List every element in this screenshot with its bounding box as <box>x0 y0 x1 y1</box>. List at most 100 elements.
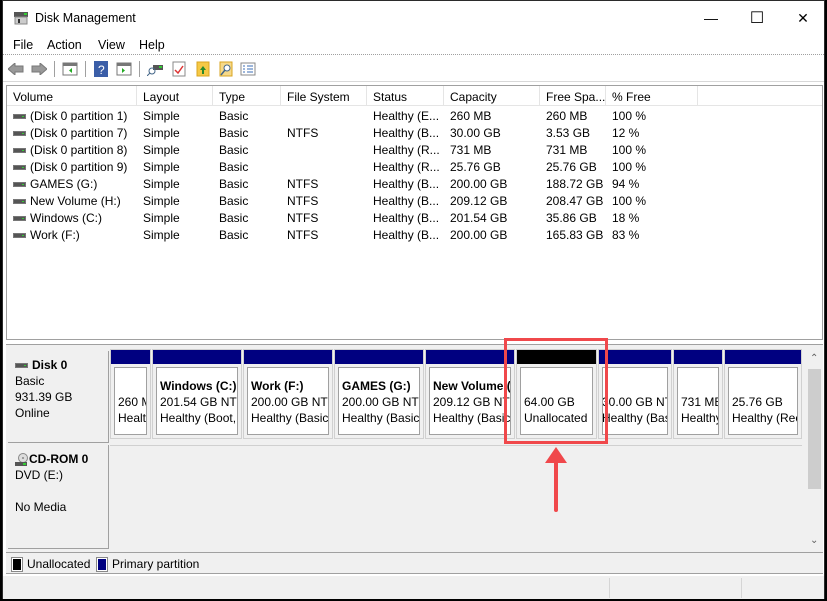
volume-icon <box>13 114 26 120</box>
cell-layout: Simple <box>143 211 180 225</box>
cell-text: 260 MB <box>450 109 492 123</box>
settings-list-button[interactable] <box>239 60 257 78</box>
cell-fs: NTFS <box>287 228 318 242</box>
partition[interactable]: Work (F:) 200.00 GB NTFS Healthy (Basic Da… <box>243 349 333 439</box>
legend-label: Primary partition <box>112 557 200 571</box>
table-row[interactable]: (Disk 0 partition 9) Simple Basic Healthy (… <box>7 159 822 176</box>
column-header-status[interactable]: Status <box>367 86 444 106</box>
cell-capacity: 201.54 GB <box>450 211 507 225</box>
cell-volume: (Disk 0 partition 7) <box>13 126 127 140</box>
help-button[interactable]: ? <box>92 60 110 78</box>
cell-text: New Volume (H:) <box>30 194 121 208</box>
table-row[interactable]: Work (F:) Simple Basic NTFS Healthy (B... 200… <box>7 227 822 244</box>
column-header-capacity[interactable]: Capacity <box>444 86 540 106</box>
cell-fs: NTFS <box>287 194 318 208</box>
cell-status: Healthy (B... <box>373 177 439 191</box>
cell-text: NTFS <box>287 126 319 140</box>
hard-disk-icon <box>15 363 28 369</box>
cell-status: Healthy (B... <box>373 228 439 242</box>
column-header-free-space[interactable]: Free Spa... <box>540 86 606 106</box>
volume-icon <box>13 165 26 171</box>
cell-text: (Disk 0 partition 1) <box>30 109 128 123</box>
cell-free: 188.72 GB <box>546 177 603 191</box>
search-button[interactable] <box>217 60 235 78</box>
cell-text: Simple <box>143 160 180 174</box>
table-row[interactable]: (Disk 0 partition 1) Simple Basic Healthy (… <box>7 108 822 125</box>
cell-free: 35.86 GB <box>546 211 597 225</box>
column-header-percent-free[interactable]: % Free <box>606 86 698 106</box>
cdrom-0-area <box>110 445 802 549</box>
disk-management-app-icon <box>14 12 28 25</box>
export-button[interactable] <box>194 60 212 78</box>
cell-text: Work (F:) <box>30 228 80 242</box>
console-tree-icon <box>62 62 78 76</box>
partition[interactable]: Windows (C:) 201.54 GB NTFS Healthy (Boot,… <box>152 349 242 439</box>
cell-text: 200.00 GB <box>450 228 508 242</box>
minimize-button[interactable]: — <box>688 1 734 35</box>
connect-button[interactable] <box>146 60 164 78</box>
table-row[interactable]: (Disk 0 partition 8) Simple Basic Healthy (… <box>7 142 822 159</box>
column-header-file-system[interactable]: File System <box>281 86 367 106</box>
menu-file[interactable]: File <box>13 38 33 52</box>
back-button[interactable] <box>7 60 25 78</box>
scroll-down-icon[interactable]: ⌄ <box>810 535 818 546</box>
properties-button[interactable] <box>170 60 188 78</box>
cell-text: Basic <box>219 177 249 191</box>
legend-bar: Unallocated Primary partition <box>6 552 823 574</box>
partition[interactable]: New Volume (H:) 209.12 GB NTFS Healthy (Ba… <box>425 349 515 439</box>
show-hide-action-pane-button[interactable] <box>115 60 133 78</box>
cell-status: Healthy (B... <box>373 211 439 225</box>
legend-label: Unallocated <box>27 557 91 571</box>
cell-text: 201.54 GB <box>450 211 508 225</box>
menu-action[interactable]: Action <box>47 38 82 52</box>
cell-type: Basic <box>219 126 248 140</box>
column-header-volume[interactable]: Volume <box>7 86 137 106</box>
partition-line1: 200.00 GB NTFS <box>342 395 419 409</box>
column-header-type[interactable]: Type <box>213 86 281 106</box>
title-bar: Disk Management — ☐ ✕ <box>3 1 824 35</box>
partition[interactable]: 731 MB Healthy (Recovery Partition) <box>673 349 723 439</box>
menu-view[interactable]: View <box>98 38 125 52</box>
partition-line2: Healthy (EFI System Partition) <box>118 411 147 425</box>
partition[interactable]: 30.00 GB NTFS Healthy (Basic Data Partiti… <box>598 349 672 439</box>
partition[interactable]: GAMES (G:) 200.00 GB NTFS Healthy (Basic D… <box>334 349 424 439</box>
show-hide-console-tree-button[interactable] <box>61 60 79 78</box>
svg-text:?: ? <box>98 63 105 77</box>
cell-text: Basic <box>219 211 249 225</box>
partition-body: Work (F:) 200.00 GB NTFS Healthy (Basic Da… <box>247 367 329 435</box>
table-row[interactable]: GAMES (G:) Simple Basic NTFS Healthy (B... 20… <box>7 176 822 193</box>
cell-text: 30.00 GB <box>450 126 501 140</box>
cdrom-0-info[interactable]: CD-ROM 0 DVD (E:) No Media <box>8 445 109 549</box>
status-bar <box>3 576 824 599</box>
table-row[interactable]: Windows (C:) Simple Basic NTFS Healthy (B...… <box>7 210 822 227</box>
cell-volume: (Disk 0 partition 9) <box>13 160 127 174</box>
disk-0-partitions: 260 MB Healthy (EFI System Partition) Wind… <box>110 349 802 439</box>
volume-list: Volume Layout Type File System Status Ca… <box>6 85 823 340</box>
cell-fs: NTFS <box>287 211 318 225</box>
cell-text: Healthy (R... <box>373 160 440 174</box>
cell-text: 25.76 GB <box>546 160 597 174</box>
graph-vertical-scrollbar[interactable]: ⌃ ⌄ <box>806 351 823 552</box>
menu-help[interactable]: Help <box>139 38 165 52</box>
table-row[interactable]: (Disk 0 partition 7) Simple Basic NTFS Healt… <box>7 125 822 142</box>
partition-name: GAMES (G:) <box>342 379 411 393</box>
settings-list-icon <box>240 62 256 76</box>
minimize-icon: — <box>704 10 718 26</box>
column-header-layout[interactable]: Layout <box>137 86 213 106</box>
cell-status: Healthy (R... <box>373 160 440 174</box>
cell-text: 12 % <box>612 126 640 140</box>
forward-button[interactable] <box>30 60 48 78</box>
partition[interactable]: 25.76 GB Healthy (Recovery Partition) <box>724 349 802 439</box>
partition-line2: Healthy (Basic Data Partition) <box>342 411 420 425</box>
partition[interactable]: 260 MB Healthy (EFI System Partition) <box>110 349 151 439</box>
scrollbar-thumb[interactable] <box>808 369 821 489</box>
maximize-button[interactable]: ☐ <box>734 1 780 35</box>
scroll-up-icon[interactable]: ⌃ <box>810 353 818 364</box>
export-icon <box>196 61 210 77</box>
disk-0-info[interactable]: Disk 0 Basic 931.39 GB Online <box>8 351 109 443</box>
table-row[interactable]: New Volume (H:) Simple Basic NTFS Healthy (B… <box>7 193 822 210</box>
disk-state: No Media <box>15 500 67 514</box>
cell-volume: (Disk 0 partition 8) <box>13 143 127 157</box>
close-button[interactable]: ✕ <box>780 1 826 35</box>
forward-icon <box>31 63 47 75</box>
